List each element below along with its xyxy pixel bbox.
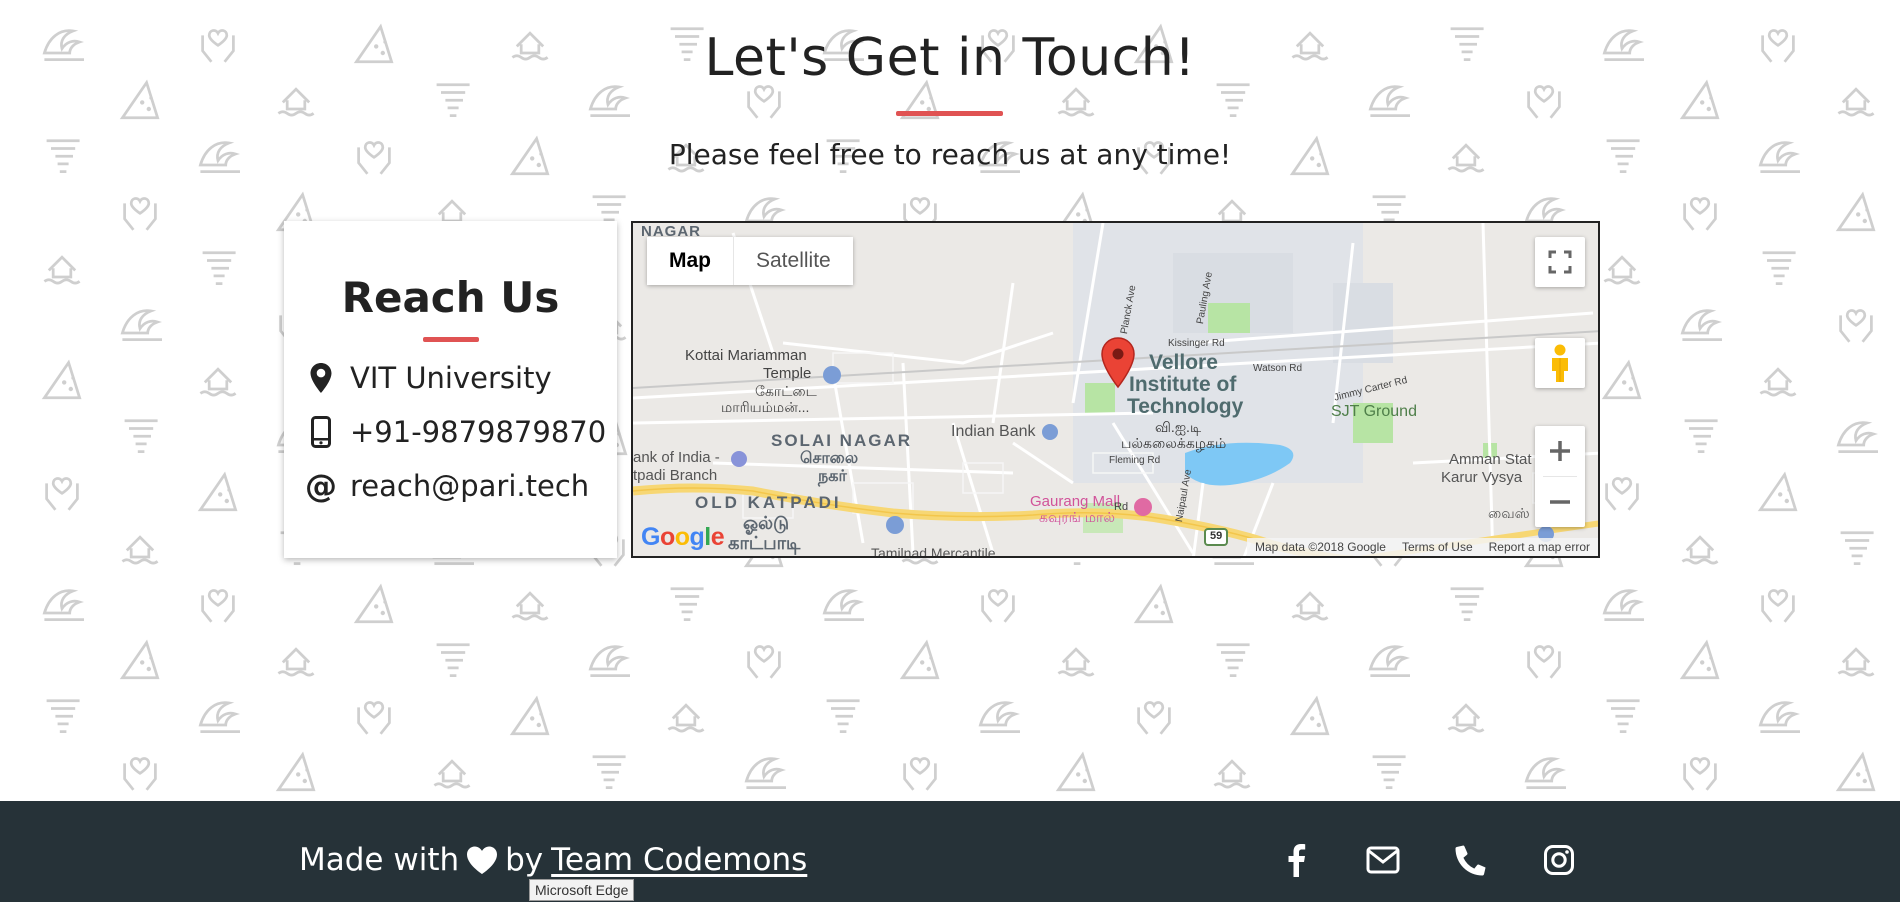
by-text: by bbox=[505, 842, 544, 878]
street-view-pegman[interactable] bbox=[1535, 338, 1585, 388]
contact-email-text: reach@pari.tech bbox=[350, 469, 590, 503]
map-label: Rd bbox=[1114, 501, 1129, 513]
map-label: நகர் bbox=[818, 468, 847, 485]
location-pin-icon bbox=[306, 361, 336, 395]
map-type-satellite-button[interactable]: Satellite bbox=[733, 237, 853, 285]
route-shield-number: 59 bbox=[1210, 530, 1223, 542]
fullscreen-icon bbox=[1548, 250, 1572, 274]
map-label: Gaurang Mall bbox=[1030, 493, 1121, 510]
map-attribution-bar: Map data ©2018 Google Terms of Use Repor… bbox=[1247, 538, 1598, 556]
phone-link[interactable] bbox=[1451, 840, 1491, 880]
zoom-control bbox=[1535, 426, 1585, 527]
at-sign-icon: @ bbox=[305, 467, 337, 505]
map-label: NAGAR bbox=[641, 223, 701, 240]
map-label: சொலை bbox=[800, 450, 859, 467]
team-link[interactable]: Team Codemons bbox=[551, 842, 807, 878]
site-footer: Made with by Team Codemons bbox=[0, 801, 1900, 902]
contact-section: Let's Get in Touch! Please feel free to … bbox=[0, 0, 1900, 801]
page-title: Let's Get in Touch! bbox=[704, 28, 1196, 88]
map-label: மாரியம்மன்... bbox=[721, 399, 810, 415]
title-underline bbox=[896, 111, 1003, 116]
map-data-credit: Map data ©2018 Google bbox=[1255, 540, 1386, 554]
map-label: வைஸ் bbox=[1488, 505, 1530, 521]
email-link[interactable] bbox=[1363, 840, 1403, 880]
map-label: tpadi Branch bbox=[633, 467, 718, 484]
google-logo: Google bbox=[641, 523, 725, 551]
card-title: Reach Us bbox=[341, 273, 560, 322]
map-label: SJT Ground bbox=[1331, 403, 1417, 420]
map-label: Institute of bbox=[1129, 373, 1237, 396]
phone-icon bbox=[1455, 845, 1486, 876]
tooltip: Microsoft Edge bbox=[529, 879, 635, 901]
zoom-out-button[interactable] bbox=[1535, 477, 1585, 527]
tooltip-text: Microsoft Edge bbox=[535, 882, 629, 898]
map-label: Technology bbox=[1127, 395, 1244, 418]
minus-icon bbox=[1550, 500, 1570, 504]
pegman-icon bbox=[1552, 344, 1568, 382]
mobile-phone-icon bbox=[306, 415, 336, 449]
contact-address-text: VIT University bbox=[350, 361, 552, 395]
terms-of-use-link[interactable]: Terms of Use bbox=[1402, 540, 1473, 554]
envelope-icon bbox=[1366, 846, 1400, 874]
map-label: காட்பாடி bbox=[728, 533, 801, 553]
instagram-icon bbox=[1544, 845, 1574, 875]
map-label: கவுரங் மால் bbox=[1039, 509, 1115, 525]
map-label: SOLAI NAGAR bbox=[771, 431, 912, 450]
map-label: பல்கலைக்கழகம் bbox=[1121, 435, 1227, 451]
map-label: Amman Stat bbox=[1449, 451, 1532, 468]
card-title-underline bbox=[423, 337, 479, 342]
google-map[interactable]: Map Satellite NAGAR Kottai Mariamman Tem… bbox=[631, 221, 1600, 558]
report-map-error-link[interactable]: Report a map error bbox=[1489, 540, 1590, 554]
map-label: Karur Vysya bbox=[1441, 469, 1523, 486]
footer-credit: Made with by Team Codemons bbox=[299, 842, 807, 878]
map-label: Kissinger Rd bbox=[1168, 338, 1225, 349]
zoom-in-button[interactable] bbox=[1535, 426, 1585, 476]
contact-address: VIT University bbox=[306, 361, 552, 395]
map-label: Tamilnad Mercantile bbox=[871, 545, 996, 558]
facebook-link[interactable] bbox=[1276, 840, 1316, 880]
map-type-control: Map Satellite bbox=[647, 237, 853, 285]
instagram-link[interactable] bbox=[1539, 840, 1579, 880]
map-label: Temple bbox=[763, 365, 812, 382]
map-label: ank of India - bbox=[633, 449, 720, 466]
map-label: OLD KATPADI bbox=[695, 493, 842, 512]
map-type-map-button[interactable]: Map bbox=[647, 237, 733, 285]
page-subtitle: Please feel free to reach us at any time… bbox=[668, 138, 1232, 171]
map-label: Vellore bbox=[1149, 351, 1218, 374]
reach-us-card: Reach Us VIT University +91-9879879870 @… bbox=[284, 221, 617, 558]
plus-icon bbox=[1550, 441, 1570, 461]
map-label: Fleming Rd bbox=[1109, 455, 1161, 466]
contact-phone: +91-9879879870 bbox=[306, 415, 606, 449]
map-label: Indian Bank bbox=[951, 423, 1036, 440]
facebook-icon bbox=[1288, 844, 1306, 877]
map-label: Kottai Mariamman bbox=[685, 347, 807, 364]
contact-phone-text: +91-9879879870 bbox=[350, 415, 607, 449]
contact-email: @ reach@pari.tech bbox=[305, 467, 590, 505]
made-with-text: Made with bbox=[299, 842, 460, 878]
fullscreen-button[interactable] bbox=[1535, 237, 1585, 287]
heart-icon bbox=[465, 845, 499, 875]
map-label: Watson Rd bbox=[1253, 363, 1303, 374]
